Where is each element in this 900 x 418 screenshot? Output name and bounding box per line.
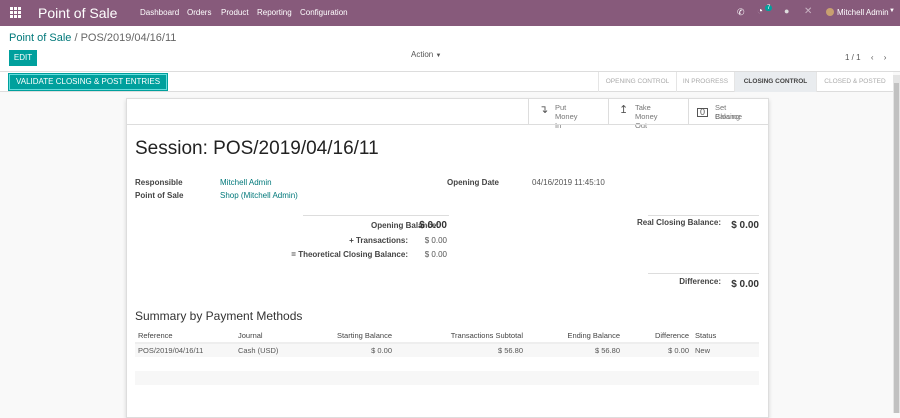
- opening-date-value: 04/16/2019 11:45:10: [532, 178, 605, 187]
- cell-status: New: [692, 343, 759, 357]
- col-status[interactable]: Status: [692, 328, 759, 344]
- opening-date-label: Opening Date: [447, 178, 500, 187]
- chevron-down-icon: ▼: [889, 8, 895, 14]
- cell-transactions-subtotal: $ 56.80: [395, 343, 526, 357]
- btn-line1: Take: [635, 103, 651, 112]
- apps-menu-icon[interactable]: [10, 7, 21, 18]
- scrollbar[interactable]: [893, 75, 900, 413]
- pos-label: Point of Sale: [135, 191, 184, 200]
- set-closing-balance-button[interactable]: 0 Set Closing Balance: [688, 99, 769, 125]
- cell-journal: Cash (USD): [235, 343, 315, 357]
- btn-line2: Balance: [715, 112, 743, 121]
- responsible-label: Responsible: [135, 178, 183, 187]
- menu-reporting[interactable]: Reporting: [257, 8, 292, 17]
- phone-icon[interactable]: ✆: [737, 7, 745, 18]
- top-navbar: Point of Sale Dashboard Orders Product R…: [0, 0, 900, 26]
- difference-value: $ 0.00: [731, 279, 759, 290]
- col-journal[interactable]: Journal: [235, 328, 315, 344]
- prev-icon[interactable]: ‹: [871, 53, 874, 62]
- activity-icon[interactable]: ◔: [757, 6, 763, 17]
- cell-difference: $ 0.00: [623, 343, 692, 357]
- difference-label: Difference:: [679, 277, 721, 286]
- table-empty-row: [135, 371, 759, 385]
- payment-summary-table: Reference Journal Starting Balance Trans…: [135, 328, 759, 357]
- divider: [648, 273, 759, 274]
- divider: [648, 215, 759, 216]
- button-box-divider: [127, 124, 768, 125]
- app-title: Point of Sale: [38, 5, 118, 21]
- action-dropdown[interactable]: Action ▼: [411, 50, 441, 59]
- cell-reference: POS/2019/04/16/11: [135, 343, 235, 357]
- opening-balance-value: $ 0.00: [419, 220, 447, 231]
- close-icon[interactable]: ✕: [804, 6, 812, 17]
- btn-line1: Put: [555, 103, 567, 112]
- btn-line2: Money Out: [635, 112, 658, 130]
- edit-button[interactable]: EDIT: [9, 50, 37, 66]
- form-sheet: ↴ Put Money In ↥ Take Money Out 0 Set Closing…: [126, 98, 769, 418]
- cell-ending-balance: $ 56.80: [526, 343, 623, 357]
- stage-closed-posted[interactable]: CLOSED & POSTED: [816, 72, 893, 92]
- chat-icon[interactable]: ●: [784, 6, 789, 16]
- stage-in-progress[interactable]: IN PROGRESS: [676, 72, 734, 92]
- stage-closing-control[interactable]: CLOSING CONTROL: [734, 72, 816, 92]
- take-money-out-button[interactable]: ↥ Take Money Out: [608, 99, 688, 130]
- control-panel: Point of Sale / POS/2019/04/16/11 EDIT A…: [0, 26, 900, 72]
- next-icon[interactable]: ›: [884, 53, 887, 62]
- menu-configuration[interactable]: Configuration: [300, 8, 348, 17]
- arrow-up-icon: ↥: [619, 104, 629, 116]
- menu-product[interactable]: Product: [221, 8, 249, 17]
- table-row[interactable]: POS/2019/04/16/11 Cash (USD) $ 0.00 $ 56…: [135, 343, 759, 357]
- breadcrumb-parent[interactable]: Point of Sale: [9, 32, 71, 44]
- transactions-label: + Transactions:: [349, 236, 408, 245]
- put-money-in-button[interactable]: ↴ Put Money In: [528, 99, 608, 130]
- menu-orders[interactable]: Orders: [187, 8, 211, 17]
- real-closing-label: Real Closing Balance:: [636, 218, 721, 227]
- money-icon: 0: [697, 108, 709, 117]
- theoretical-value: $ 0.00: [424, 250, 447, 259]
- caret-icon: ▼: [435, 53, 442, 59]
- col-ending-balance[interactable]: Ending Balance: [526, 328, 623, 344]
- pager-value: 1 / 1: [845, 53, 861, 62]
- cell-starting-balance: $ 0.00: [315, 343, 395, 357]
- col-starting-balance[interactable]: Starting Balance: [315, 328, 395, 344]
- activity-count-badge: 7: [765, 5, 773, 11]
- user-menu[interactable]: Mitchell Admin: [837, 8, 889, 17]
- summary-title: Summary by Payment Methods: [135, 309, 303, 323]
- col-transactions-subtotal[interactable]: Transactions Subtotal: [395, 328, 526, 344]
- avatar: [826, 8, 834, 16]
- pager: 1 / 1 ‹ ›: [845, 53, 886, 62]
- col-difference[interactable]: Difference: [623, 328, 692, 344]
- validate-closing-button[interactable]: VALIDATE CLOSING & POST ENTRIES: [7, 73, 169, 91]
- status-bar: VALIDATE CLOSING & POST ENTRIES OPENING …: [0, 72, 893, 92]
- breadcrumb: Point of Sale / POS/2019/04/16/11: [9, 32, 176, 44]
- breadcrumb-sep: /: [74, 32, 78, 44]
- col-reference[interactable]: Reference: [135, 328, 235, 344]
- btn-line2: Money In: [555, 112, 578, 130]
- menu-dashboard[interactable]: Dashboard: [140, 8, 179, 17]
- responsible-link[interactable]: Mitchell Admin: [220, 178, 272, 187]
- transactions-value: $ 0.00: [424, 236, 447, 245]
- arrow-down-icon: ↴: [539, 104, 549, 116]
- divider: [303, 215, 449, 216]
- session-title: Session: POS/2019/04/16/11: [135, 138, 379, 159]
- action-label: Action: [411, 50, 434, 59]
- theoretical-label: = Theoretical Closing Balance:: [291, 250, 408, 259]
- breadcrumb-current: POS/2019/04/16/11: [80, 32, 177, 44]
- pos-link[interactable]: Shop (Mitchell Admin): [220, 191, 298, 200]
- real-closing-value: $ 0.00: [731, 220, 759, 231]
- stage-opening-control[interactable]: OPENING CONTROL: [598, 72, 676, 92]
